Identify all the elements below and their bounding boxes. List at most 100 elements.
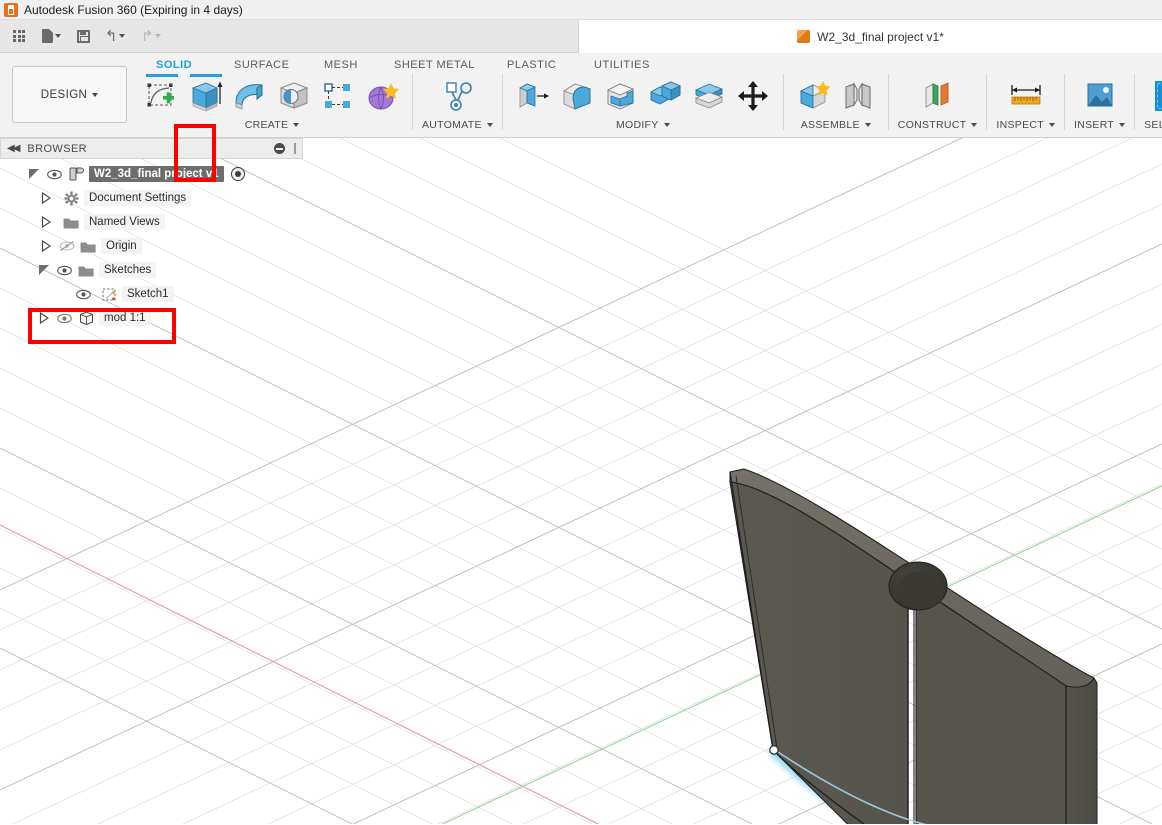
new-component-tool[interactable] [793,74,835,118]
grid-icon [13,30,25,42]
fusion360-app-icon [4,2,18,17]
ribbon-group-label-inspect[interactable]: INSPECT [996,119,1055,131]
offset-plane-tool[interactable] [917,74,959,118]
document-tab[interactable]: W2_3d_final project v1* [797,30,944,44]
gear-icon [62,190,80,206]
create-form-tool[interactable] [361,74,403,118]
tab-plastic[interactable]: PLASTIC [501,59,562,71]
tree-item-sketches[interactable]: Sketches [0,258,303,282]
tree-item-label: mod 1:1 [99,310,151,326]
top-face-hole-inner [897,571,945,609]
chevron-down-icon [663,123,670,127]
component-icon [67,166,85,182]
tree-item-root-component[interactable]: W2_3d_final project v1 [0,162,303,186]
shell-tool[interactable] [600,74,642,118]
undo-arrow-icon: ↰ [104,26,118,45]
tab-mesh[interactable]: MESH [318,59,364,71]
workspace-switcher-button[interactable]: DESIGN [12,66,127,123]
expander-closed-icon[interactable] [38,190,54,206]
split-face-tool[interactable] [688,74,730,118]
tree-item-document-settings[interactable]: Document Settings [0,186,303,210]
ribbon-separator [986,74,988,130]
visibility-eye-icon[interactable] [75,287,92,301]
extrude-tool[interactable] [185,74,227,118]
visibility-eye-icon[interactable] [56,311,73,325]
tab-utilities[interactable]: UTILITIES [588,59,656,71]
undo-button[interactable]: ↰ [98,23,132,49]
tree-item-mod-body[interactable]: mod 1:1 [0,306,303,330]
group-label-text: INSPECT [996,119,1044,131]
ribbon-group-label-create[interactable]: CREATE [245,119,300,131]
redo-button[interactable]: ↱ [134,23,168,49]
shell-icon [606,83,634,110]
tree-item-sketch1[interactable]: Sketch1 [0,282,303,306]
drag-grip-icon[interactable] [294,143,296,154]
double-left-chevron-icon[interactable]: ◀◀ [7,143,20,154]
automate-tool[interactable] [436,74,478,118]
expander-open-icon[interactable] [26,166,42,182]
ribbon-separator [1134,74,1136,130]
expander-closed-icon[interactable] [36,310,52,326]
insert-image-icon [1087,83,1113,107]
tree-item-named-views[interactable]: Named Views [0,210,303,234]
combine-tool[interactable] [644,74,686,118]
joint-tool[interactable] [837,74,879,118]
revolve-icon [235,84,263,110]
tree-item-label: W2_3d_final project v1 [89,166,224,182]
folder-icon [79,238,97,254]
tab-surface[interactable]: SURFACE [228,59,295,71]
visibility-eye-hidden-icon[interactable] [58,239,75,253]
window-title: Autodesk Fusion 360 (Expiring in 4 days) [24,2,243,17]
visibility-eye-icon[interactable] [56,263,73,277]
ribbon-separator [501,74,503,130]
select-tool[interactable] [1150,74,1162,118]
expander-closed-icon[interactable] [38,214,54,230]
fillet-icon [562,83,592,110]
automate-icon [446,82,473,111]
combine-icon [649,81,681,105]
tree-item-origin[interactable]: Origin [0,234,303,258]
fillet-tool[interactable] [556,74,598,118]
pattern-tool[interactable] [317,74,359,118]
ribbon-group-label-select[interactable]: SELECT [1144,119,1162,131]
expander-open-icon[interactable] [36,262,52,278]
activate-component-radio[interactable] [230,167,245,181]
ribbon-group-assemble: ASSEMBLE [789,72,883,138]
press-pull-icon [518,83,549,108]
create-sketch-icon [147,83,174,107]
file-button[interactable] [34,23,68,49]
ribbon-group-label-automate[interactable]: AUTOMATE [422,119,493,131]
save-button[interactable] [70,23,96,49]
ribbon-group-label-assemble[interactable]: ASSEMBLE [801,119,871,131]
workspace-body: ◀◀ BROWSER W2_3d_final project v1 Docume… [0,138,1162,824]
move-copy-tool[interactable] [732,74,774,118]
measure-tool[interactable] [1005,74,1047,118]
ribbon-group-label-insert[interactable]: INSERT [1074,119,1126,131]
ribbon-separator [1064,74,1065,130]
create-sketch-tool[interactable] [141,74,183,118]
ribbon-separator [887,74,889,130]
new-component-icon [799,81,831,109]
app-grid-button[interactable] [6,23,32,49]
ribbon-group-label-construct[interactable]: CONSTRUCT [898,119,978,131]
ribbon-group-label-modify[interactable]: MODIFY [616,119,670,131]
select-cursor-icon [1154,81,1162,111]
ribbon-group-create: CREATE [133,72,407,138]
browser-panel: ◀◀ BROWSER W2_3d_final project v1 Docume… [0,138,303,344]
file-icon [41,29,53,43]
minus-circle-icon[interactable] [274,143,285,154]
browser-header: ◀◀ BROWSER [0,138,303,159]
tab-sheet-metal[interactable]: SHEET METAL [388,59,481,71]
revolve-tool[interactable] [229,74,271,118]
ribbon-tool-row: CREATE AUTOMATE MODIFY ASSEMBLE CONSTRUC… [133,72,1162,138]
group-label-text: CREATE [244,119,289,131]
press-pull-tool[interactable] [512,74,554,118]
chevron-down-icon [119,34,126,38]
chevron-down-icon [1049,123,1055,127]
sphere-tool[interactable] [273,74,315,118]
expander-closed-icon[interactable] [38,238,54,254]
visibility-eye-icon[interactable] [46,167,63,181]
insert-image-tool[interactable] [1079,74,1121,118]
tree-item-label: Document Settings [84,190,192,206]
tab-solid[interactable]: SOLID [150,59,198,71]
